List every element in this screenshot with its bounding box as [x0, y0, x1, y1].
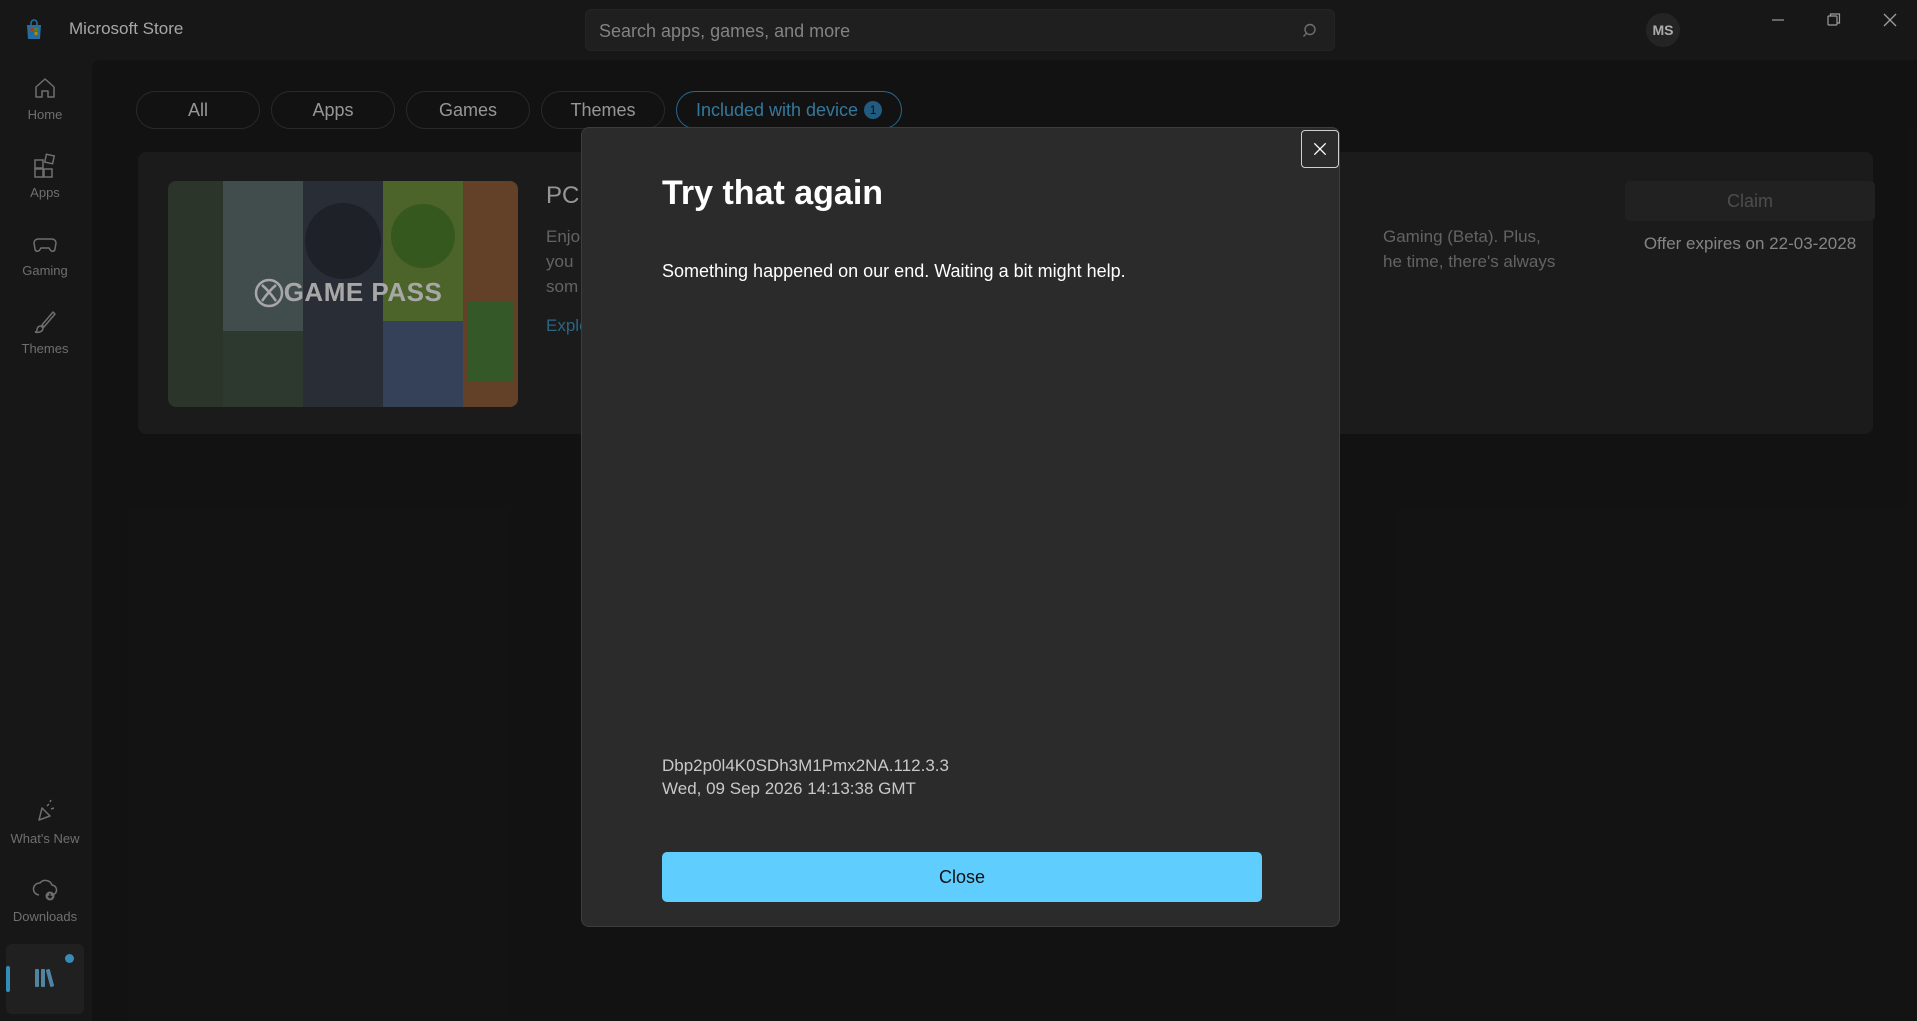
window-close-icon[interactable]	[1870, 8, 1910, 32]
sidebar-item-themes[interactable]: Themes	[0, 308, 90, 380]
close-icon[interactable]	[1301, 130, 1339, 168]
error-timestamp: Wed, 09 Sep 2026 14:13:38 GMT	[662, 779, 916, 798]
home-icon	[35, 78, 55, 98]
sidebar-item-label: Downloads	[12, 909, 78, 924]
dialog-message: Something happened on our end. Waiting a…	[662, 261, 1126, 281]
sidebar-item-home[interactable]: Home	[0, 74, 90, 146]
sidebar-item-apps[interactable]: Apps	[0, 152, 90, 224]
error-dialog: Try that again Something happened on our…	[581, 127, 1340, 927]
whats-new-icon	[38, 799, 55, 821]
app-title: Microsoft Store	[69, 19, 184, 38]
sidebar-item-label: What's New	[10, 831, 80, 846]
search-icon[interactable]	[1302, 22, 1320, 40]
sidebar-item-library[interactable]	[6, 944, 84, 1014]
count-badge: 1	[864, 101, 883, 119]
selected-indicator	[6, 966, 10, 992]
filter-chip-games[interactable]: Games	[406, 91, 530, 129]
update-badge	[65, 954, 74, 963]
offer-description: Enjo you som	[546, 224, 586, 299]
sidebar-item-label: Apps	[30, 185, 60, 200]
sidebar-item-label: Gaming	[22, 263, 68, 278]
offer-description-line: he time, there's always	[1383, 252, 1556, 271]
user-avatar[interactable]: MS	[1646, 13, 1680, 47]
offer-title: PC	[546, 182, 580, 209]
game-pass-logo-text: GAME PASS	[283, 277, 443, 307]
title-bar: Microsoft Store Search apps, games, and …	[0, 0, 1917, 60]
close-button[interactable]: Close	[662, 852, 1262, 902]
library-icon	[35, 969, 55, 987]
themes-icon	[34, 311, 56, 334]
claim-button[interactable]: Claim	[1625, 181, 1875, 221]
explore-link[interactable]: Explo	[546, 316, 586, 336]
sidebar-item-label: Home	[27, 107, 63, 122]
filter-chip-included-with-device[interactable]: Included with device 1	[676, 91, 902, 129]
dialog-title: Try that again	[662, 174, 884, 212]
offer-description-line: Enjo	[546, 227, 581, 246]
filter-chip-label: Included with device	[695, 100, 859, 120]
game-pass-image[interactable]: GAME PASS	[168, 181, 518, 407]
sidebar: Home Apps Gaming Themes What's New Downl…	[0, 60, 90, 1021]
store-logo-icon	[27, 19, 41, 39]
microsoft-store-window: Microsoft Store Search apps, games, and …	[0, 0, 1917, 1021]
filter-chip-all[interactable]: All	[136, 91, 260, 129]
error-code: Dbp2p0l4K0SDh3M1Pmx2NA.112.3.3	[662, 756, 949, 775]
apps-icon	[34, 153, 56, 178]
downloads-icon	[32, 879, 58, 901]
sidebar-item-label: Themes	[21, 341, 69, 356]
offer-description-right: Gaming (Beta). Plus, he time, there's al…	[1383, 224, 1555, 274]
filter-chip-themes[interactable]: Themes	[541, 91, 665, 129]
minimize-icon[interactable]	[1758, 8, 1798, 32]
offer-description-line: Gaming (Beta). Plus,	[1383, 227, 1541, 246]
gaming-icon	[33, 238, 57, 253]
restore-icon[interactable]	[1814, 8, 1854, 32]
search-box[interactable]: Search apps, games, and more	[585, 9, 1335, 51]
search-input[interactable]: Search apps, games, and more	[599, 21, 850, 42]
sidebar-item-whats-new[interactable]: What's New	[0, 798, 90, 870]
filter-chip-apps[interactable]: Apps	[271, 91, 395, 129]
offer-description-line: you	[546, 252, 574, 271]
sidebar-item-downloads[interactable]: Downloads	[0, 876, 90, 948]
offer-description-line: som	[546, 277, 579, 296]
sidebar-item-gaming[interactable]: Gaming	[0, 230, 90, 302]
offer-expiry: Offer expires on 22-03-2028	[1643, 234, 1857, 253]
